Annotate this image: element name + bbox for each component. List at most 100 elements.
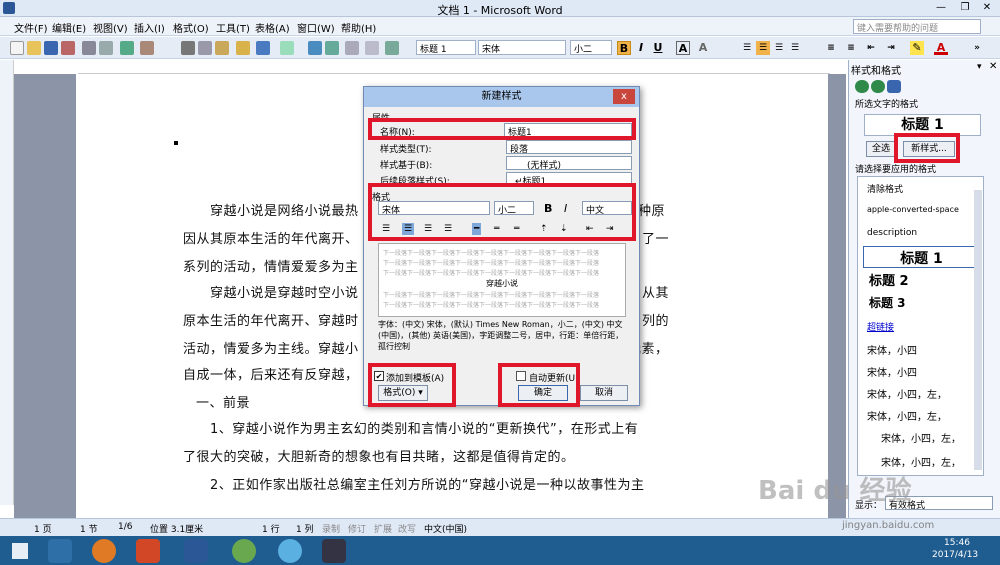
- menu-help[interactable]: 帮助(H): [341, 20, 376, 35]
- print-icon[interactable]: [82, 41, 96, 55]
- new-icon[interactable]: [10, 41, 24, 55]
- increase-indent-icon[interactable]: ⇥: [884, 41, 898, 55]
- paragraph-fragment[interactable]: 列的: [642, 310, 669, 334]
- start-icon[interactable]: [12, 543, 28, 559]
- forward-icon[interactable]: [871, 80, 885, 93]
- style-type-select[interactable]: 段落: [506, 140, 632, 155]
- back-icon[interactable]: [855, 80, 869, 93]
- tables-icon[interactable]: [325, 41, 339, 55]
- paragraph-fragment[interactable]: 了一: [642, 228, 669, 252]
- copy-icon[interactable]: [198, 41, 212, 55]
- style-item[interactable]: 宋体，小四: [863, 360, 980, 380]
- style-item[interactable]: description: [863, 224, 980, 244]
- paint-icon[interactable]: [232, 539, 256, 563]
- firefox-icon[interactable]: [92, 539, 116, 563]
- menu-window[interactable]: 窗口(W): [297, 20, 335, 35]
- highlight-icon[interactable]: ✎: [910, 41, 924, 55]
- restore-icon[interactable]: ❐: [954, 1, 976, 15]
- browser-icon[interactable]: [278, 539, 302, 563]
- paragraph-line[interactable]: 了很大的突破，大胆新奇的想象也有目共睹，这都是值得肯定的。: [183, 446, 575, 470]
- cut-icon[interactable]: [181, 41, 195, 55]
- pane-close-icon[interactable]: ✕: [989, 61, 997, 72]
- format-painter-icon[interactable]: [236, 41, 250, 55]
- italic-button[interactable]: I: [634, 41, 648, 55]
- paragraph-line[interactable]: 穿越小说是网络小说最热: [210, 200, 359, 224]
- vertical-ruler[interactable]: [0, 60, 14, 505]
- bullets-icon[interactable]: ≡: [844, 41, 858, 55]
- paragraph-fragment[interactable]: 种原: [638, 200, 665, 224]
- paragraph-line[interactable]: 一、前景: [196, 392, 250, 416]
- numbering-icon[interactable]: ≡: [824, 41, 838, 55]
- paragraph-line[interactable]: 1、穿越小说作为男主玄幻的类别和言情小说的“更新换代”，在形式上有: [210, 418, 638, 442]
- status-track[interactable]: 修订: [348, 522, 366, 535]
- menu-table[interactable]: 表格(A): [255, 20, 290, 35]
- pane-menu-icon[interactable]: ▾: [977, 62, 982, 72]
- home-app-icon[interactable]: [48, 539, 72, 563]
- menu-file[interactable]: 文件(F): [14, 20, 48, 35]
- status-record[interactable]: 录制: [322, 522, 340, 535]
- paragraph-fragment[interactable]: 从其: [642, 282, 669, 306]
- undo-icon[interactable]: [256, 41, 270, 55]
- paragraph-line[interactable]: 原本生活的年代离开、穿越时: [183, 310, 359, 334]
- style-item[interactable]: apple-converted-space: [863, 201, 980, 221]
- style-list-scrollbar[interactable]: [974, 190, 982, 470]
- cancel-button[interactable]: 取消: [580, 385, 628, 401]
- horizontal-ruler[interactable]: [78, 60, 830, 74]
- select-all-button[interactable]: 全选: [866, 141, 896, 157]
- underline-button[interactable]: U: [651, 41, 665, 55]
- font-select[interactable]: 宋体: [478, 40, 566, 55]
- align-right-icon[interactable]: ☰: [772, 41, 786, 55]
- size-select[interactable]: 小二: [570, 40, 612, 55]
- style-item[interactable]: 标题 3: [863, 293, 980, 313]
- open-icon[interactable]: [27, 41, 41, 55]
- align-center-icon[interactable]: ☰: [756, 41, 770, 55]
- home-icon[interactable]: [887, 80, 901, 93]
- drawing-icon[interactable]: [385, 41, 399, 55]
- menu-tools[interactable]: 工具(T): [216, 20, 250, 35]
- menu-edit[interactable]: 编辑(E): [52, 20, 86, 35]
- decrease-indent-icon[interactable]: ⇤: [864, 41, 878, 55]
- research-icon[interactable]: [140, 41, 154, 55]
- close-icon[interactable]: ✕: [976, 1, 998, 15]
- insert-table-icon[interactable]: [345, 41, 359, 55]
- paragraph-line[interactable]: 系列的活动，情情爱爱多为主: [183, 256, 359, 280]
- bold-button[interactable]: B: [617, 41, 631, 55]
- help-search-input[interactable]: 键入需要帮助的问题: [853, 19, 981, 34]
- style-item[interactable]: 宋体，小四: [863, 338, 980, 358]
- paste-icon[interactable]: [215, 41, 229, 55]
- menu-insert[interactable]: 插入(I): [134, 20, 165, 35]
- paragraph-line[interactable]: 2、正如作家出版社总编室主任刘方所说的“穿越小说是一种以故事性为主: [210, 474, 645, 498]
- style-item-selected[interactable]: 标题 1: [863, 246, 980, 268]
- dialog-close-button[interactable]: x: [613, 89, 635, 104]
- print-preview-icon[interactable]: [99, 41, 113, 55]
- paragraph-line[interactable]: 因从其原本生活的年代离开、: [183, 228, 359, 252]
- save-icon[interactable]: [44, 41, 58, 55]
- align-left-icon[interactable]: ☰: [740, 41, 754, 55]
- minimize-icon[interactable]: —: [930, 1, 952, 15]
- more-buttons-icon[interactable]: »: [970, 41, 984, 55]
- hyperlink-icon[interactable]: [308, 41, 322, 55]
- style-item[interactable]: 宋体，小四，左，: [863, 404, 980, 424]
- style-item[interactable]: 标题 2: [863, 269, 980, 289]
- style-item[interactable]: 宋体，小四，左，: [863, 426, 980, 446]
- word-taskbar-icon[interactable]: [184, 539, 208, 563]
- permission-icon[interactable]: [61, 41, 75, 55]
- style-item[interactable]: 宋体，小四，左，: [863, 450, 980, 470]
- powerpoint-icon[interactable]: [136, 539, 160, 563]
- char-shading-icon[interactable]: A: [696, 41, 710, 55]
- style-item[interactable]: 超链接: [863, 316, 980, 336]
- style-item[interactable]: 宋体，小四，左，: [863, 382, 980, 402]
- menu-view[interactable]: 视图(V): [93, 20, 128, 35]
- status-overtype[interactable]: 改写: [398, 522, 416, 535]
- redo-icon[interactable]: [280, 41, 294, 55]
- paragraph-line[interactable]: 穿越小说是穿越时空小说: [210, 282, 359, 306]
- columns-icon[interactable]: [365, 41, 379, 55]
- style-select[interactable]: 标题 1: [416, 40, 476, 55]
- justify-icon[interactable]: ☰: [788, 41, 802, 55]
- status-extend[interactable]: 扩展: [374, 522, 392, 535]
- based-on-select[interactable]: (无样式): [506, 156, 632, 171]
- font-color-icon[interactable]: A: [934, 41, 948, 55]
- photo-app-icon[interactable]: [322, 539, 346, 563]
- style-item[interactable]: 清除格式: [863, 178, 980, 198]
- paragraph-line[interactable]: 自成一体，后来还有反穿越，: [183, 364, 359, 388]
